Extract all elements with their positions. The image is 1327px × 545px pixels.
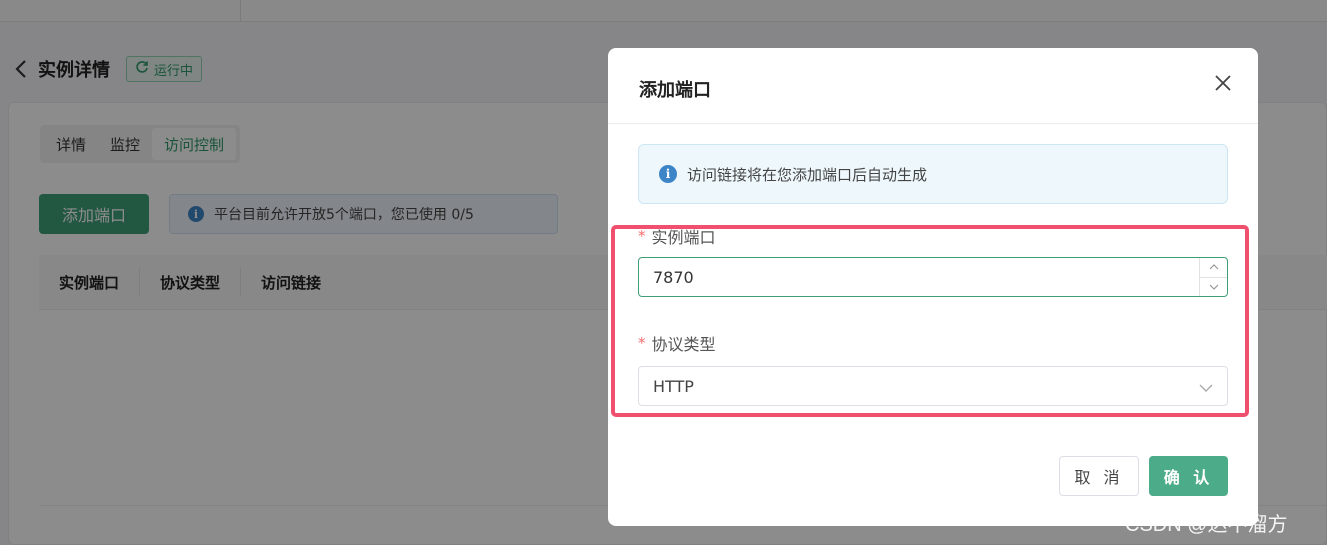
info-icon: i [659, 165, 677, 183]
add-port-dialog: 添加端口 i 访问链接将在您添加端口后自动生成 * 实例端口 * 协议类型 HT… [608, 48, 1258, 526]
close-icon[interactable] [1210, 70, 1236, 96]
watermark-text: CSDN @达不溜方 [1125, 514, 1288, 536]
annotation-highlight-box [611, 225, 1249, 417]
dialog-title: 添加端口 [639, 80, 711, 101]
dialog-info-alert: i 访问链接将在您添加端口后自动生成 [638, 144, 1228, 204]
dialog-divider [608, 123, 1258, 124]
confirm-button[interactable]: 确 认 [1149, 456, 1228, 496]
dialog-info-text: 访问链接将在您添加端口后自动生成 [687, 165, 928, 184]
cancel-button[interactable]: 取 消 [1059, 456, 1139, 496]
